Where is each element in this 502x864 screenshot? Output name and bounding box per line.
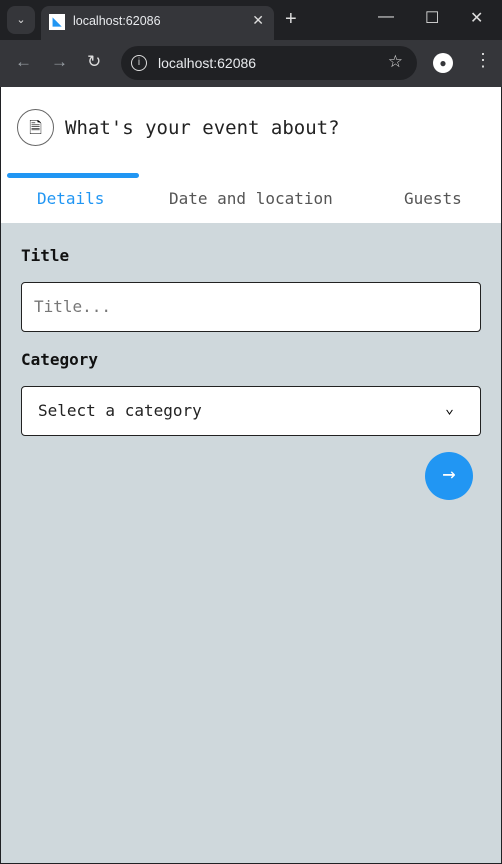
next-button[interactable]: → bbox=[425, 452, 473, 500]
category-dropdown[interactable]: Select a category ⌄ bbox=[21, 386, 481, 436]
title-label: Title bbox=[21, 246, 70, 265]
flutter-favicon-icon: ◣ bbox=[49, 14, 65, 30]
tab-details[interactable]: Details bbox=[37, 189, 104, 208]
title-input[interactable]: Title... bbox=[21, 282, 481, 332]
new-tab-button[interactable]: + bbox=[285, 8, 297, 31]
page-title: What's your event about? bbox=[65, 117, 340, 139]
browser-toolbar: ← → ↻ i localhost:62086 ☆ ● ⋮ bbox=[0, 40, 502, 87]
tab-guests[interactable]: Guests bbox=[404, 189, 462, 208]
browser-tab[interactable]: ◣ localhost:62086 ✕ bbox=[41, 6, 274, 40]
address-bar[interactable]: i localhost:62086 ☆ bbox=[121, 46, 417, 80]
app-header: 🗎 What's your event about? Details Date … bbox=[1, 87, 501, 223]
close-window-button[interactable]: ✕ bbox=[470, 8, 483, 28]
profile-icon[interactable]: ● bbox=[433, 53, 453, 73]
maximize-button[interactable]: ☐ bbox=[425, 8, 439, 28]
minimize-button[interactable]: — bbox=[378, 8, 394, 26]
tab-search-button[interactable]: ⌄ bbox=[7, 6, 35, 34]
close-tab-icon[interactable]: ✕ bbox=[252, 12, 264, 29]
browser-tab-bar: ⌄ ◣ localhost:62086 ✕ + — ☐ ✕ bbox=[0, 0, 502, 40]
app-page: 🗎 What's your event about? Details Date … bbox=[1, 87, 501, 863]
info-icon[interactable]: i bbox=[131, 55, 147, 71]
url-text: localhost:62086 bbox=[158, 55, 257, 71]
menu-dots-icon[interactable]: ⋮ bbox=[474, 50, 492, 71]
active-tab-indicator bbox=[7, 173, 139, 178]
tab-title: localhost:62086 bbox=[73, 14, 161, 28]
title-placeholder: Title... bbox=[34, 297, 112, 316]
tab-date-location[interactable]: Date and location bbox=[169, 189, 333, 208]
document-icon: 🗎 bbox=[17, 109, 54, 146]
category-label: Category bbox=[21, 350, 99, 369]
chevron-down-icon: ⌄ bbox=[444, 399, 454, 417]
forward-button[interactable]: → bbox=[51, 52, 68, 72]
back-button[interactable]: ← bbox=[15, 52, 32, 72]
arrow-right-icon: → bbox=[442, 462, 456, 487]
bookmark-star-icon[interactable]: ☆ bbox=[388, 52, 403, 72]
category-value: Select a category bbox=[38, 401, 202, 420]
reload-button[interactable]: ↻ bbox=[87, 52, 101, 72]
